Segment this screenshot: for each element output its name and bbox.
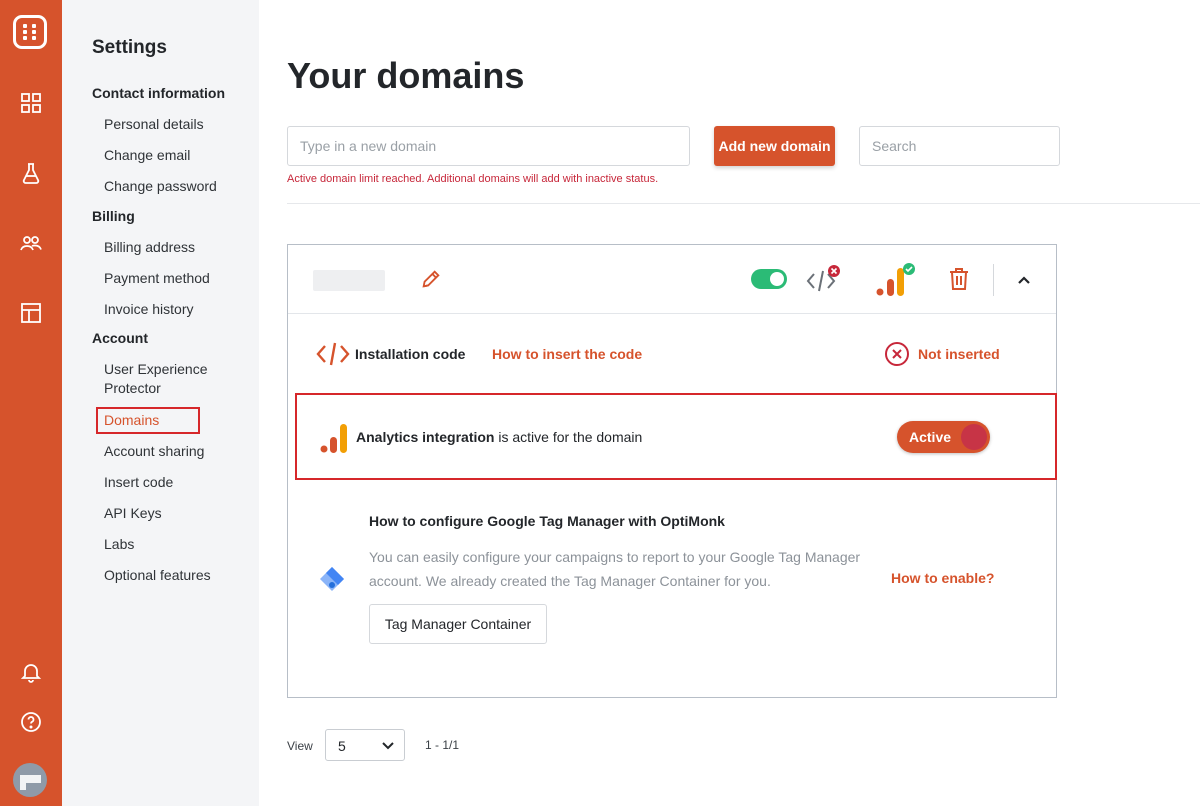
trash-icon[interactable] (948, 267, 970, 291)
sidebar-item-personal-details[interactable]: Personal details (104, 115, 244, 134)
installation-row: Installation code How to insert the code… (288, 314, 1056, 394)
section-account: Account (92, 330, 148, 346)
sidebar-item-optional-features[interactable]: Optional features (104, 566, 244, 585)
divider (287, 203, 1200, 204)
avatar[interactable] (13, 763, 47, 797)
per-page-value: 5 (338, 738, 346, 754)
settings-sidebar: Settings Contact information Personal de… (62, 0, 259, 806)
search-input[interactable] (859, 126, 1060, 166)
analytics-integration-suffix: is active for the domain (494, 429, 643, 445)
chevron-up-icon[interactable] (1014, 270, 1034, 290)
chevron-down-icon (382, 742, 394, 750)
per-page-select[interactable]: 5 (325, 729, 405, 761)
sidebar-item-insert-code[interactable]: Insert code (104, 473, 244, 492)
dashboard-icon[interactable] (19, 91, 43, 115)
installation-code-label: Installation code (355, 346, 466, 362)
analytics-status-icon[interactable] (876, 263, 916, 297)
sidebar-item-user-experience-protector[interactable]: User Experience Protector (104, 360, 244, 398)
sidebar-title: Settings (92, 37, 167, 58)
new-domain-input[interactable] (287, 126, 690, 166)
analytics-active-toggle[interactable]: Active (897, 421, 990, 453)
not-inserted-status: Not inserted (918, 346, 1000, 362)
sidebar-item-labs[interactable]: Labs (104, 535, 244, 554)
sidebar-item-change-email[interactable]: Change email (104, 146, 244, 165)
toggle-knob (961, 424, 987, 450)
page-title: Your domains (287, 55, 525, 96)
code-status-icon[interactable] (806, 265, 842, 295)
view-label: View (287, 739, 313, 753)
analytics-integration-text: Analytics integration is active for the … (356, 429, 642, 445)
sidebar-item-domains[interactable]: Domains (104, 411, 244, 430)
sidebar-item-invoice-history[interactable]: Invoice history (104, 300, 244, 319)
domain-card-header (288, 245, 1056, 314)
google-tag-manager-icon (318, 565, 346, 593)
pagination-range: 1 - 1/1 (425, 738, 460, 752)
domain-limit-warning: Active domain limit reached. Additional … (287, 173, 659, 185)
close-circle-icon (884, 341, 910, 367)
flask-icon[interactable] (19, 161, 43, 185)
header-separator (993, 264, 994, 296)
templates-icon[interactable] (19, 301, 43, 325)
bell-icon[interactable] (19, 660, 43, 684)
domain-name-redacted (313, 270, 385, 291)
analytics-integration-row: Analytics integration is active for the … (295, 393, 1057, 480)
analytics-icon (319, 422, 349, 454)
gtm-title: How to configure Google Tag Manager with… (369, 513, 725, 529)
section-billing: Billing (92, 208, 135, 224)
sidebar-item-change-password[interactable]: Change password (104, 177, 244, 196)
app-rail (0, 0, 62, 806)
help-icon[interactable] (19, 710, 43, 734)
domain-enabled-toggle[interactable] (751, 269, 787, 289)
sidebar-item-billing-address[interactable]: Billing address (104, 238, 244, 257)
tag-manager-container-button[interactable]: Tag Manager Container (369, 604, 547, 644)
gtm-description: You can easily configure your campaigns … (369, 549, 861, 589)
how-to-enable-link[interactable]: How to enable? (891, 570, 994, 586)
analytics-integration-label: Analytics integration (356, 429, 495, 445)
sidebar-item-payment-method[interactable]: Payment method (104, 269, 244, 288)
active-toggle-label: Active (909, 429, 952, 445)
edit-pencil-icon[interactable] (420, 268, 442, 290)
how-to-insert-link[interactable]: How to insert the code (492, 346, 642, 362)
add-new-domain-button[interactable]: Add new domain (714, 126, 835, 166)
section-contact-information: Contact information (92, 85, 225, 101)
sidebar-item-account-sharing[interactable]: Account sharing (104, 442, 244, 461)
code-icon (316, 341, 350, 367)
sidebar-item-api-keys[interactable]: API Keys (104, 504, 244, 523)
optimonk-logo-icon[interactable] (13, 15, 47, 49)
users-icon[interactable] (19, 231, 43, 255)
